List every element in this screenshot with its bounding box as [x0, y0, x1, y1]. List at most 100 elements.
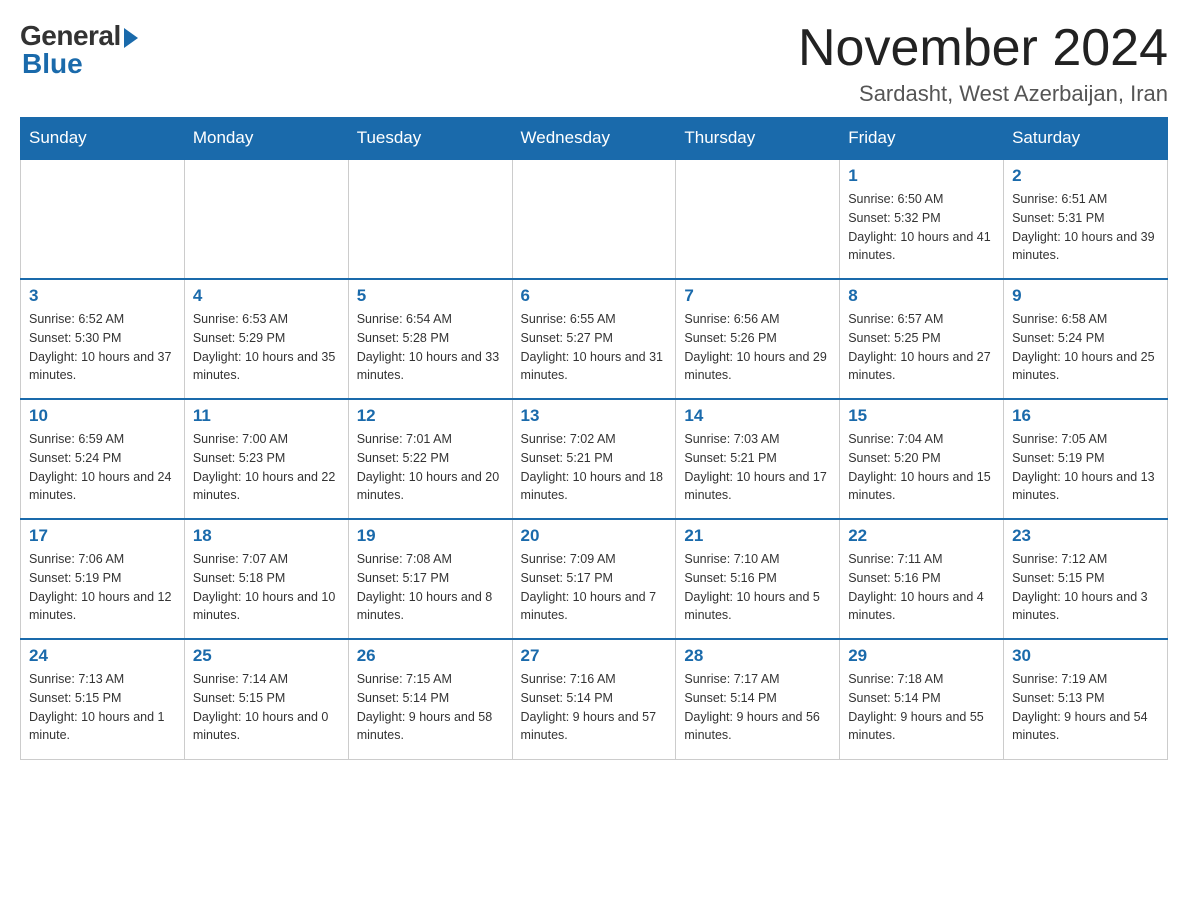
- calendar-cell: 17 Sunrise: 7:06 AMSunset: 5:19 PMDayligh…: [21, 519, 185, 639]
- title-block: November 2024 Sardasht, West Azerbaijan,…: [798, 20, 1168, 107]
- day-info: Sunrise: 7:04 AMSunset: 5:20 PMDaylight:…: [848, 430, 995, 505]
- day-number: 23: [1012, 526, 1159, 546]
- day-number: 15: [848, 406, 995, 426]
- logo-arrow-icon: [124, 28, 138, 48]
- day-number: 7: [684, 286, 831, 306]
- calendar-cell: 3Sunrise: 6:52 AMSunset: 5:30 PMDaylight…: [21, 279, 185, 399]
- day-info: Sunrise: 7:02 AMSunset: 5:21 PMDaylight:…: [521, 430, 668, 505]
- logo-blue-text: Blue: [22, 48, 83, 80]
- day-info: Sunrise: 6:53 AMSunset: 5:29 PMDaylight:…: [193, 310, 340, 385]
- day-info: Sunrise: 7:08 AMSunset: 5:17 PMDaylight:…: [357, 550, 504, 625]
- day-header-monday: Monday: [184, 118, 348, 160]
- calendar-cell: 6 Sunrise: 6:55 AMSunset: 5:27 PMDaylight…: [512, 279, 676, 399]
- day-info: Sunrise: 7:06 AMSunset: 5:19 PMDaylight:…: [29, 550, 176, 625]
- calendar-cell: 12 Sunrise: 7:01 AMSunset: 5:22 PMDayligh…: [348, 399, 512, 519]
- day-info: Sunrise: 7:16 AMSunset: 5:14 PMDaylight:…: [521, 670, 668, 745]
- day-info: Sunrise: 7:19 AMSunset: 5:13 PMDaylight:…: [1012, 670, 1159, 745]
- day-number: 28: [684, 646, 831, 666]
- calendar-cell: 23 Sunrise: 7:12 AMSunset: 5:15 PMDayligh…: [1004, 519, 1168, 639]
- calendar-cell: 27 Sunrise: 7:16 AMSunset: 5:14 PMDayligh…: [512, 639, 676, 759]
- location-subtitle: Sardasht, West Azerbaijan, Iran: [798, 81, 1168, 107]
- day-header-sunday: Sunday: [21, 118, 185, 160]
- day-info: Sunrise: 7:14 AMSunset: 5:15 PMDaylight:…: [193, 670, 340, 745]
- calendar-cell: [512, 159, 676, 279]
- calendar-cell: 24 Sunrise: 7:13 AMSunset: 5:15 PMDayligh…: [21, 639, 185, 759]
- day-number: 4: [193, 286, 340, 306]
- day-number: 20: [521, 526, 668, 546]
- day-header-friday: Friday: [840, 118, 1004, 160]
- day-number: 29: [848, 646, 995, 666]
- calendar-cell: 28 Sunrise: 7:17 AMSunset: 5:14 PMDayligh…: [676, 639, 840, 759]
- day-info: Sunrise: 7:03 AMSunset: 5:21 PMDaylight:…: [684, 430, 831, 505]
- day-header-wednesday: Wednesday: [512, 118, 676, 160]
- calendar-cell: 2Sunrise: 6:51 AMSunset: 5:31 PMDaylight…: [1004, 159, 1168, 279]
- day-number: 17: [29, 526, 176, 546]
- calendar-cell: 18Sunrise: 7:07 AMSunset: 5:18 PMDayligh…: [184, 519, 348, 639]
- day-header-tuesday: Tuesday: [348, 118, 512, 160]
- day-number: 21: [684, 526, 831, 546]
- day-number: 16: [1012, 406, 1159, 426]
- calendar-cell: 16Sunrise: 7:05 AMSunset: 5:19 PMDayligh…: [1004, 399, 1168, 519]
- day-info: Sunrise: 7:07 AMSunset: 5:18 PMDaylight:…: [193, 550, 340, 625]
- logo: General Blue: [20, 20, 138, 80]
- day-info: Sunrise: 7:00 AMSunset: 5:23 PMDaylight:…: [193, 430, 340, 505]
- day-info: Sunrise: 6:59 AMSunset: 5:24 PMDaylight:…: [29, 430, 176, 505]
- week-row-3: 10 Sunrise: 6:59 AMSunset: 5:24 PMDayligh…: [21, 399, 1168, 519]
- calendar-cell: 5 Sunrise: 6:54 AMSunset: 5:28 PMDaylight…: [348, 279, 512, 399]
- calendar-cell: [676, 159, 840, 279]
- calendar-cell: 7 Sunrise: 6:56 AMSunset: 5:26 PMDaylight…: [676, 279, 840, 399]
- day-number: 1: [848, 166, 995, 186]
- day-info: Sunrise: 6:50 AMSunset: 5:32 PMDaylight:…: [848, 190, 995, 265]
- calendar-cell: 11Sunrise: 7:00 AMSunset: 5:23 PMDayligh…: [184, 399, 348, 519]
- day-number: 22: [848, 526, 995, 546]
- day-info: Sunrise: 7:18 AMSunset: 5:14 PMDaylight:…: [848, 670, 995, 745]
- calendar-cell: 15 Sunrise: 7:04 AMSunset: 5:20 PMDayligh…: [840, 399, 1004, 519]
- day-number: 24: [29, 646, 176, 666]
- day-number: 5: [357, 286, 504, 306]
- calendar-cell: [21, 159, 185, 279]
- month-title: November 2024: [798, 20, 1168, 77]
- day-number: 19: [357, 526, 504, 546]
- calendar-cell: 13 Sunrise: 7:02 AMSunset: 5:21 PMDayligh…: [512, 399, 676, 519]
- calendar-cell: 9 Sunrise: 6:58 AMSunset: 5:24 PMDaylight…: [1004, 279, 1168, 399]
- day-info: Sunrise: 6:54 AMSunset: 5:28 PMDaylight:…: [357, 310, 504, 385]
- week-row-5: 24 Sunrise: 7:13 AMSunset: 5:15 PMDayligh…: [21, 639, 1168, 759]
- week-row-4: 17 Sunrise: 7:06 AMSunset: 5:19 PMDayligh…: [21, 519, 1168, 639]
- day-number: 10: [29, 406, 176, 426]
- day-info: Sunrise: 7:10 AMSunset: 5:16 PMDaylight:…: [684, 550, 831, 625]
- day-info: Sunrise: 7:11 AMSunset: 5:16 PMDaylight:…: [848, 550, 995, 625]
- day-number: 27: [521, 646, 668, 666]
- day-number: 3: [29, 286, 176, 306]
- day-info: Sunrise: 7:12 AMSunset: 5:15 PMDaylight:…: [1012, 550, 1159, 625]
- calendar-cell: 20 Sunrise: 7:09 AMSunset: 5:17 PMDayligh…: [512, 519, 676, 639]
- day-number: 14: [684, 406, 831, 426]
- day-header-saturday: Saturday: [1004, 118, 1168, 160]
- day-header-thursday: Thursday: [676, 118, 840, 160]
- day-info: Sunrise: 7:17 AMSunset: 5:14 PMDaylight:…: [684, 670, 831, 745]
- calendar-cell: 26 Sunrise: 7:15 AMSunset: 5:14 PMDayligh…: [348, 639, 512, 759]
- day-info: Sunrise: 6:51 AMSunset: 5:31 PMDaylight:…: [1012, 190, 1159, 265]
- day-number: 13: [521, 406, 668, 426]
- calendar-cell: 19 Sunrise: 7:08 AMSunset: 5:17 PMDayligh…: [348, 519, 512, 639]
- day-info: Sunrise: 7:01 AMSunset: 5:22 PMDaylight:…: [357, 430, 504, 505]
- day-info: Sunrise: 6:55 AMSunset: 5:27 PMDaylight:…: [521, 310, 668, 385]
- day-number: 26: [357, 646, 504, 666]
- day-number: 25: [193, 646, 340, 666]
- calendar-cell: 4 Sunrise: 6:53 AMSunset: 5:29 PMDaylight…: [184, 279, 348, 399]
- day-number: 12: [357, 406, 504, 426]
- calendar-cell: 10 Sunrise: 6:59 AMSunset: 5:24 PMDayligh…: [21, 399, 185, 519]
- calendar-cell: [184, 159, 348, 279]
- days-header-row: SundayMondayTuesdayWednesdayThursdayFrid…: [21, 118, 1168, 160]
- day-info: Sunrise: 7:13 AMSunset: 5:15 PMDaylight:…: [29, 670, 176, 745]
- day-info: Sunrise: 6:57 AMSunset: 5:25 PMDaylight:…: [848, 310, 995, 385]
- day-number: 9: [1012, 286, 1159, 306]
- day-number: 6: [521, 286, 668, 306]
- week-row-1: 1 Sunrise: 6:50 AMSunset: 5:32 PMDaylight…: [21, 159, 1168, 279]
- day-info: Sunrise: 7:15 AMSunset: 5:14 PMDaylight:…: [357, 670, 504, 745]
- day-number: 30: [1012, 646, 1159, 666]
- day-info: Sunrise: 7:09 AMSunset: 5:17 PMDaylight:…: [521, 550, 668, 625]
- day-info: Sunrise: 6:58 AMSunset: 5:24 PMDaylight:…: [1012, 310, 1159, 385]
- page-header: General Blue November 2024 Sardasht, Wes…: [20, 20, 1168, 107]
- calendar-cell: 8Sunrise: 6:57 AMSunset: 5:25 PMDaylight…: [840, 279, 1004, 399]
- day-info: Sunrise: 6:56 AMSunset: 5:26 PMDaylight:…: [684, 310, 831, 385]
